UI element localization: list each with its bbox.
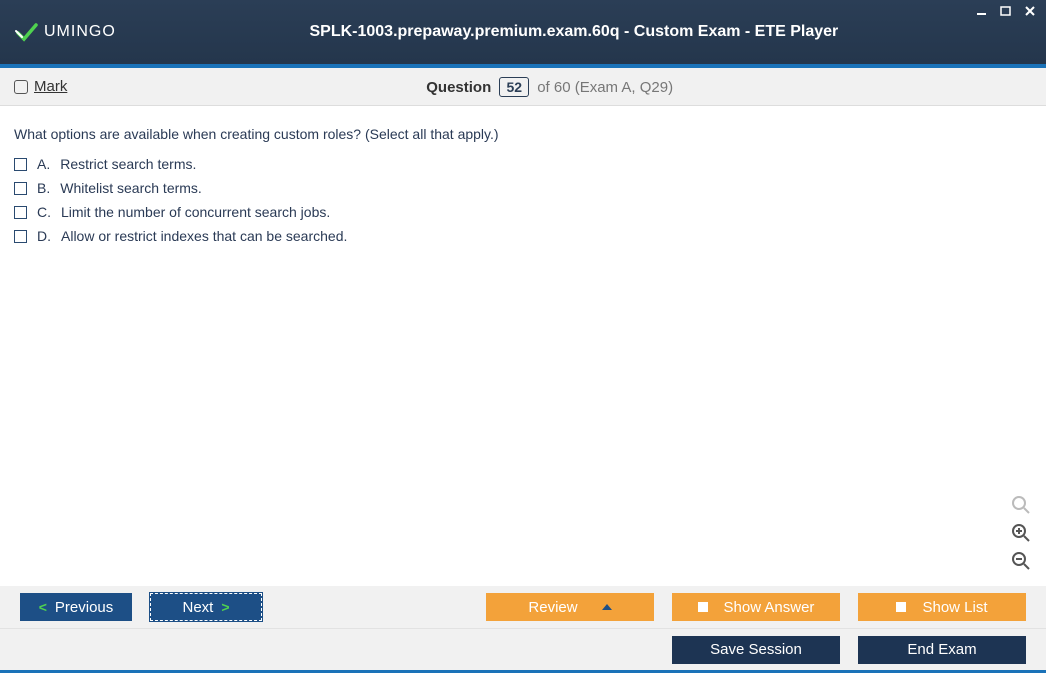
options-list: A. Restrict search terms. B. Whitelist sear… — [14, 156, 1032, 244]
end-exam-button[interactable]: End Exam — [858, 636, 1026, 664]
chevron-left-icon: < — [39, 599, 47, 615]
end-exam-label: End Exam — [907, 641, 976, 658]
option-text: Limit the number of concurrent search jo… — [61, 204, 330, 220]
option-letter: A. — [37, 156, 50, 172]
option-row[interactable]: A. Restrict search terms. — [14, 156, 1032, 172]
triangle-up-icon — [602, 604, 612, 610]
maximize-button[interactable] — [998, 4, 1014, 18]
save-session-button[interactable]: Save Session — [672, 636, 840, 664]
question-bar: Mark Question 52 of 60 (Exam A, Q29) — [0, 68, 1046, 106]
next-button[interactable]: Next > — [150, 593, 262, 621]
search-icon[interactable] — [1010, 494, 1032, 516]
option-text: Whitelist search terms. — [60, 180, 202, 196]
chevron-right-icon: > — [221, 599, 229, 615]
show-list-label: Show List — [922, 599, 987, 616]
option-row[interactable]: C. Limit the number of concurrent search … — [14, 204, 1032, 220]
option-checkbox-icon — [14, 206, 27, 219]
save-session-label: Save Session — [710, 641, 802, 658]
stop-icon — [896, 602, 906, 612]
show-list-button[interactable]: Show List — [858, 593, 1026, 621]
option-text: Allow or restrict indexes that can be se… — [61, 228, 347, 244]
check-logo-icon — [14, 20, 38, 44]
option-letter: B. — [37, 180, 50, 196]
footer-nav-row: < Previous Next > Review Show Answer Sho… — [0, 586, 1046, 628]
question-number-display: Question 52 of 60 (Exam A, Q29) — [67, 77, 1032, 97]
minimize-button[interactable] — [974, 4, 990, 18]
title-bar: UMINGO SPLK-1003.prepaway.premium.exam.6… — [0, 0, 1046, 68]
footer-action-row: Save Session End Exam — [0, 628, 1046, 670]
option-checkbox-icon — [14, 158, 27, 171]
zoom-in-icon[interactable] — [1010, 522, 1032, 544]
logo-text: UMINGO — [44, 23, 116, 41]
review-label: Review — [528, 599, 577, 616]
show-answer-label: Show Answer — [724, 599, 815, 616]
close-button[interactable] — [1022, 4, 1038, 18]
zoom-controls — [1010, 494, 1032, 572]
question-content: What options are available when creating… — [0, 106, 1046, 586]
option-checkbox-icon — [14, 230, 27, 243]
option-text: Restrict search terms. — [60, 156, 196, 172]
show-answer-button[interactable]: Show Answer — [672, 593, 840, 621]
option-checkbox-icon — [14, 182, 27, 195]
option-row[interactable]: D. Allow or restrict indexes that can be … — [14, 228, 1032, 244]
question-of-total: of 60 (Exam A, Q29) — [537, 79, 673, 96]
mark-toggle[interactable]: Mark — [14, 78, 67, 95]
previous-button[interactable]: < Previous — [20, 593, 132, 621]
app-logo: UMINGO — [14, 20, 116, 44]
next-label: Next — [182, 599, 213, 616]
mark-label: Mark — [34, 78, 67, 95]
review-button[interactable]: Review — [486, 593, 654, 621]
mark-checkbox-icon — [14, 80, 28, 94]
question-label: Question — [426, 79, 491, 96]
question-text: What options are available when creating… — [14, 126, 1032, 142]
previous-label: Previous — [55, 599, 113, 616]
option-letter: D. — [37, 228, 51, 244]
option-letter: C. — [37, 204, 51, 220]
zoom-out-icon[interactable] — [1010, 550, 1032, 572]
window-title: SPLK-1003.prepaway.premium.exam.60q - Cu… — [116, 23, 1032, 41]
option-row[interactable]: B. Whitelist search terms. — [14, 180, 1032, 196]
question-number: 52 — [499, 77, 529, 97]
window-controls — [974, 4, 1038, 18]
stop-icon — [698, 602, 708, 612]
